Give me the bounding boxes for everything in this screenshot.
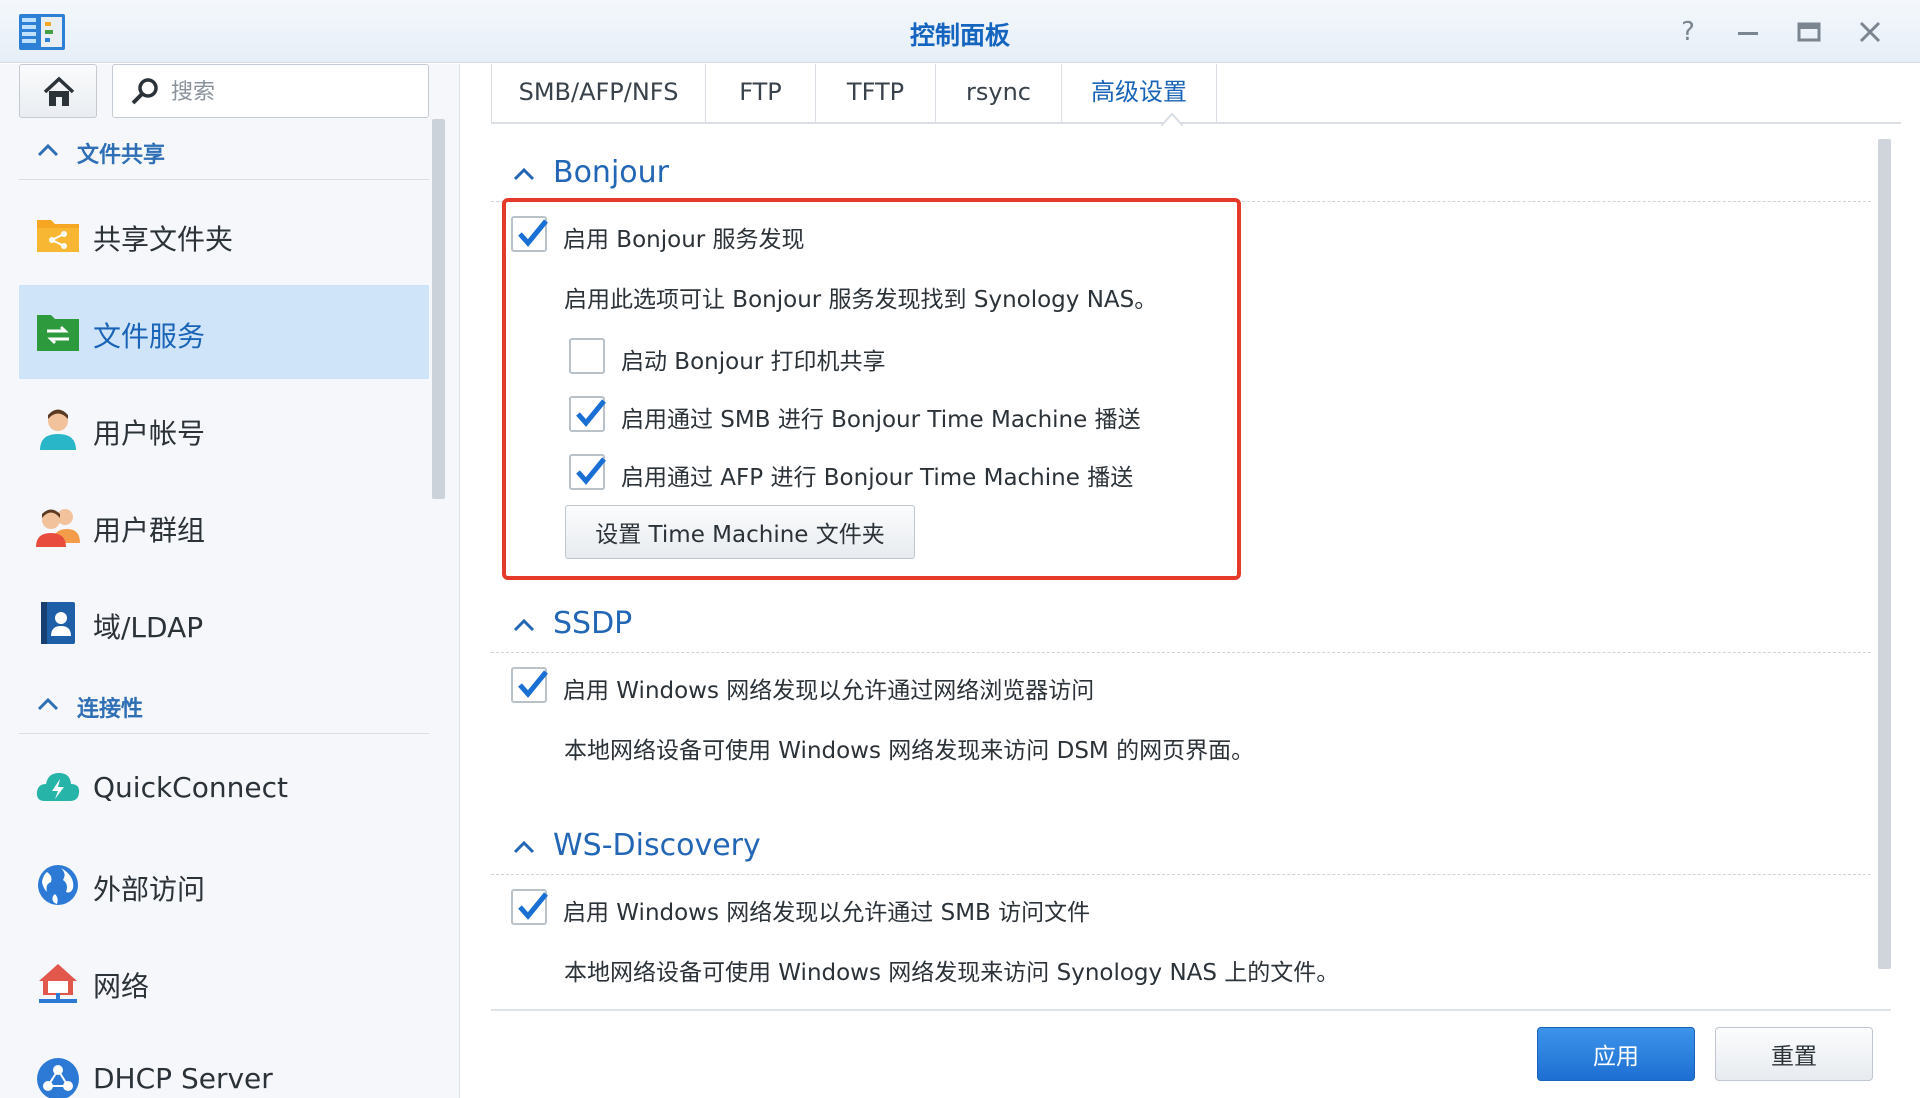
group-icon — [36, 509, 80, 547]
title-bar: 控制面板 ? — [0, 0, 1920, 63]
sidebar-item-label: 域/LDAP — [93, 611, 204, 644]
sidebar-item-ldap[interactable]: 域/LDAP — [19, 576, 429, 670]
help-icon[interactable]: ? — [1672, 16, 1704, 48]
sidebar-item-label: 用户帐号 — [93, 417, 206, 450]
sidebar-item-label: 共享文件夹 — [93, 223, 234, 256]
globe-icon — [38, 865, 78, 905]
sidebar-item-file-services[interactable]: 文件服务 — [19, 285, 429, 379]
sidebar-item-label: DHCP Server — [93, 1062, 273, 1095]
reset-button[interactable]: 重置 — [1715, 1027, 1873, 1081]
section-header-file-sharing[interactable]: 文件共享 — [19, 124, 429, 180]
sidebar-item-shared-folder[interactable]: 共享文件夹 — [19, 188, 429, 282]
quickconnect-icon — [36, 773, 80, 801]
sidebar-item-network[interactable]: 网络 — [19, 935, 429, 1029]
ssdp-enable-checkbox[interactable] — [511, 667, 548, 703]
tab-bar: SMB/AFP/NFS FTP TFTP rsync 高级设置 — [491, 64, 1901, 126]
chevron-up-icon — [37, 143, 59, 157]
checkmark-icon — [518, 892, 548, 920]
sidebar-scrollbar[interactable] — [432, 119, 445, 499]
group-title: Bonjour — [553, 155, 669, 190]
home-button[interactable] — [19, 64, 97, 118]
section-header-connectivity[interactable]: 连接性 — [19, 678, 429, 734]
sidebar: 文件共享 共享文件夹 文件服务 用户帐号 — [0, 64, 460, 1098]
chevron-up-icon — [37, 697, 59, 711]
tab-ftp[interactable]: FTP — [706, 64, 816, 122]
sidebar-item-label: QuickConnect — [93, 771, 288, 804]
content-scrollbar[interactable] — [1878, 139, 1891, 969]
active-tab-pointer — [1161, 112, 1183, 126]
tab-rsync[interactable]: rsync — [936, 64, 1062, 122]
chevron-up-icon — [513, 167, 535, 181]
wsd-description: 本地网络设备可使用 Windows 网络发现来访问 Synology NAS 上… — [564, 960, 1340, 986]
sidebar-item-label: 外部访问 — [93, 873, 206, 906]
chevron-up-icon — [513, 618, 535, 632]
group-header-bonjour[interactable]: Bonjour — [491, 148, 1871, 202]
wsd-enable-checkbox[interactable] — [511, 889, 548, 925]
close-icon[interactable] — [1854, 16, 1886, 48]
ssdp-enable-label: 启用 Windows 网络发现以允许通过网络浏览器访问 — [563, 678, 1095, 704]
user-icon — [40, 409, 76, 450]
tab-advanced[interactable]: 高级设置 — [1062, 64, 1217, 122]
sidebar-item-label: 网络 — [93, 970, 150, 1003]
section-label: 连接性 — [77, 697, 144, 722]
sidebar-item-label: 文件服务 — [93, 320, 206, 353]
wsd-enable-label: 启用 Windows 网络发现以允许通过 SMB 访问文件 — [563, 900, 1091, 926]
window-title: 控制面板 — [909, 21, 1010, 50]
sidebar-item-label: 用户群组 — [93, 514, 206, 547]
search-icon — [131, 78, 158, 105]
network-home-icon — [39, 964, 77, 1003]
ssdp-description: 本地网络设备可使用 Windows 网络发现来访问 DSM 的网页界面。 — [564, 738, 1255, 764]
maximize-icon[interactable] — [1793, 16, 1825, 48]
footer-divider — [491, 1009, 1891, 1011]
file-services-icon — [37, 315, 79, 351]
tab-smb-afp-nfs[interactable]: SMB/AFP/NFS — [491, 64, 706, 122]
sidebar-item-quickconnect[interactable]: QuickConnect — [19, 741, 429, 835]
group-title: WS-Discovery — [553, 828, 761, 863]
chevron-up-icon — [513, 840, 535, 854]
main-panel: SMB/AFP/NFS FTP TFTP rsync 高级设置 Bonjour … — [461, 64, 1920, 1098]
group-header-ssdp[interactable]: SSDP — [491, 599, 1871, 653]
group-title: SSDP — [553, 606, 633, 641]
dhcp-icon — [37, 1058, 79, 1098]
apply-button[interactable]: 应用 — [1537, 1027, 1695, 1081]
ldap-icon — [41, 602, 75, 644]
shared-folder-icon — [37, 220, 79, 252]
home-icon — [43, 76, 75, 106]
sidebar-item-group[interactable]: 用户群组 — [19, 479, 429, 573]
group-header-ws-discovery[interactable]: WS-Discovery — [491, 821, 1871, 875]
search-input[interactable] — [171, 77, 411, 107]
minimize-icon[interactable] — [1732, 16, 1764, 48]
highlight-box — [502, 198, 1241, 580]
sidebar-item-user[interactable]: 用户帐号 — [19, 382, 429, 476]
tab-tftp[interactable]: TFTP — [816, 64, 936, 122]
search-box[interactable] — [112, 64, 429, 118]
checkmark-icon — [518, 670, 548, 698]
sidebar-item-external-access[interactable]: 外部访问 — [19, 838, 429, 932]
section-label: 文件共享 — [77, 143, 166, 168]
sidebar-item-dhcp[interactable]: DHCP Server — [19, 1032, 429, 1098]
